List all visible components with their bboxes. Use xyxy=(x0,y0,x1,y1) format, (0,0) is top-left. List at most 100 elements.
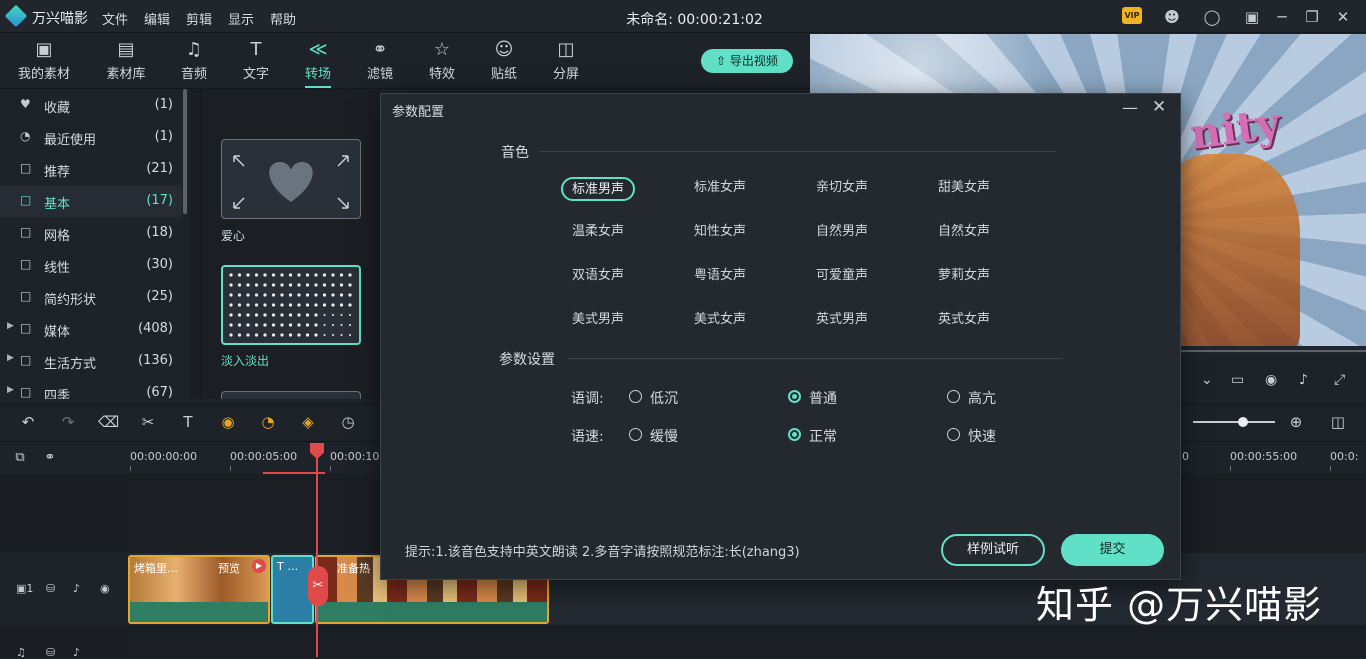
store-icon[interactable]: ▣ xyxy=(1242,7,1262,27)
voice-option[interactable]: 可爱童声 xyxy=(805,265,879,289)
expand-arrow-icon[interactable]: ▶ xyxy=(7,353,14,363)
voice-option[interactable]: 粤语女声 xyxy=(683,265,757,289)
cut-icon[interactable]: ✂ xyxy=(138,413,158,431)
tab-text[interactable]: T 文字 xyxy=(226,37,286,82)
pitch-radio-high[interactable] xyxy=(947,390,960,403)
fullscreen-icon[interactable]: ⤢ xyxy=(1334,372,1345,388)
transition-thumb-fade[interactable] xyxy=(221,265,361,345)
voice-option[interactable]: 标准女声 xyxy=(683,177,757,201)
close-icon[interactable]: ✕ xyxy=(1333,7,1353,27)
pitch-radio-normal[interactable] xyxy=(788,390,801,403)
voice-option[interactable]: 英式男声 xyxy=(805,309,879,333)
category-simple-shapes[interactable]: □ 简约形状 (25) xyxy=(0,281,182,313)
voice-option[interactable]: 英式女声 xyxy=(927,309,1001,333)
voice-option[interactable]: 温柔女声 xyxy=(561,221,635,245)
lock-icon[interactable]: ⛁ xyxy=(46,646,55,659)
playhead[interactable] xyxy=(316,444,318,657)
speed-option-normal[interactable]: 正常 xyxy=(809,426,837,446)
text-add-icon[interactable]: T xyxy=(178,413,198,431)
fade-dot xyxy=(322,293,327,297)
add-track-icon[interactable]: ⧉ xyxy=(10,450,30,465)
tab-stock-library[interactable]: ▤ 素材库 xyxy=(96,37,156,82)
split-marker-icon[interactable]: ✂ xyxy=(308,566,328,606)
tab-split-screen[interactable]: ◫ 分屏 xyxy=(536,37,596,82)
preview-progress[interactable] xyxy=(1180,346,1366,354)
snapshot-icon[interactable]: ◉ xyxy=(1265,372,1277,388)
zoom-slider-knob[interactable] xyxy=(1238,417,1248,427)
pitch-option-low[interactable]: 低沉 xyxy=(650,388,678,408)
category-seasons[interactable]: ▶ □ 四季 (67) xyxy=(0,377,182,399)
vip-icon[interactable]: VIP xyxy=(1122,7,1142,24)
tab-filters[interactable]: ⚭ 滤镜 xyxy=(350,37,410,82)
ruler-tick xyxy=(1330,466,1331,471)
close-icon[interactable]: ✕ xyxy=(1152,97,1166,117)
link-icon[interactable]: ⚭ xyxy=(40,450,60,465)
voice-option[interactable]: 亲切女声 xyxy=(805,177,879,201)
voice-option[interactable]: 美式女声 xyxy=(683,309,757,333)
transition-thumb-next[interactable] xyxy=(221,391,361,399)
tab-transitions[interactable]: ≪ 转场 xyxy=(288,37,348,88)
voice-option[interactable]: 甜美女声 xyxy=(927,177,1001,201)
tab-effects[interactable]: ☆ 特效 xyxy=(412,37,472,82)
category-basic[interactable]: □ 基本 (17) xyxy=(0,185,182,217)
play-icon[interactable]: ▶ xyxy=(252,559,266,573)
category-favorites[interactable]: ♥ 收藏 (1) xyxy=(0,89,182,121)
quality-dropdown-icon[interactable]: ⌄ xyxy=(1201,372,1213,388)
category-recommended[interactable]: □ 推荐 (21) xyxy=(0,153,182,185)
export-button[interactable]: ⇧ 导出视频 xyxy=(701,49,793,73)
submit-button[interactable]: 提交 xyxy=(1061,534,1164,566)
speed-radio-normal[interactable] xyxy=(788,428,801,441)
speed-radio-slow[interactable] xyxy=(629,428,642,441)
undo-icon[interactable]: ↶ xyxy=(18,413,38,431)
category-grid[interactable]: □ 网格 (18) xyxy=(0,217,182,249)
transition-thumb-heart[interactable] xyxy=(221,139,361,219)
restore-icon[interactable]: ❐ xyxy=(1302,7,1322,27)
speed-icon[interactable]: ◔ xyxy=(258,413,278,431)
minimize-icon[interactable]: ─ xyxy=(1272,7,1292,27)
speed-radio-fast[interactable] xyxy=(947,428,960,441)
pitch-radio-low[interactable] xyxy=(629,390,642,403)
category-linear[interactable]: □ 线性 (30) xyxy=(0,249,182,281)
pitch-option-normal[interactable]: 普通 xyxy=(809,388,837,408)
tab-my-media[interactable]: ▣ 我的素材 xyxy=(14,37,74,82)
volume-icon[interactable]: ♪ xyxy=(73,646,80,659)
panel-splitter[interactable] xyxy=(190,89,201,399)
redo-icon[interactable]: ↷ xyxy=(58,413,78,431)
voice-option[interactable]: 双语女声 xyxy=(561,265,635,289)
volume-icon[interactable]: ♪ xyxy=(1299,372,1308,388)
message-icon[interactable]: ◯ xyxy=(1202,7,1222,27)
keyframe-icon[interactable]: ◈ xyxy=(298,413,318,431)
voice-option[interactable]: 自然男声 xyxy=(805,221,879,245)
fade-dot xyxy=(340,334,343,336)
category-lifestyle[interactable]: ▶ □ 生活方式 (136) xyxy=(0,345,182,377)
voice-option[interactable]: 知性女声 xyxy=(683,221,757,245)
voice-option[interactable]: 标准男声 xyxy=(561,177,635,201)
expand-arrow-icon[interactable]: ▶ xyxy=(7,321,14,331)
zoom-in-icon[interactable]: ⊕ xyxy=(1286,413,1306,431)
delete-icon[interactable]: ⌫ xyxy=(98,413,119,431)
tab-stickers[interactable]: ☺ 贴纸 xyxy=(474,37,534,82)
pitch-option-high[interactable]: 高亢 xyxy=(968,388,996,408)
track-layout-icon[interactable]: ◫ xyxy=(1328,413,1348,431)
visibility-icon[interactable]: ◉ xyxy=(100,582,110,595)
user-icon[interactable]: ☻ xyxy=(1162,7,1182,27)
audio-wave-icon[interactable]: ◉ xyxy=(218,413,238,431)
sample-listen-button[interactable]: 样例试听 xyxy=(941,534,1045,566)
voice-option[interactable]: 自然女声 xyxy=(927,221,1001,245)
zoom-slider[interactable] xyxy=(1193,421,1275,423)
tab-audio[interactable]: ♫ 音频 xyxy=(164,37,224,82)
minimize-icon[interactable]: — xyxy=(1122,98,1138,117)
category-recent[interactable]: ◔ 最近使用 (1) xyxy=(0,121,182,153)
expand-arrow-icon[interactable]: ▶ xyxy=(7,385,14,395)
speed-option-fast[interactable]: 快速 xyxy=(968,426,996,446)
category-media[interactable]: ▶ □ 媒体 (408) xyxy=(0,313,182,345)
speed-option-slow[interactable]: 缓慢 xyxy=(650,426,678,446)
voice-option[interactable]: 美式男声 xyxy=(561,309,635,333)
voice-option[interactable]: 萝莉女声 xyxy=(927,265,1001,289)
monitor-icon[interactable]: ▭ xyxy=(1231,372,1244,388)
category-scrollbar[interactable] xyxy=(183,89,187,214)
lock-icon[interactable]: ⛁ xyxy=(46,582,55,595)
volume-icon[interactable]: ♪ xyxy=(73,582,80,595)
video-clip-1[interactable]: 烤箱里… 预览 ▶ xyxy=(128,555,270,624)
duration-icon[interactable]: ◷ xyxy=(338,413,358,431)
